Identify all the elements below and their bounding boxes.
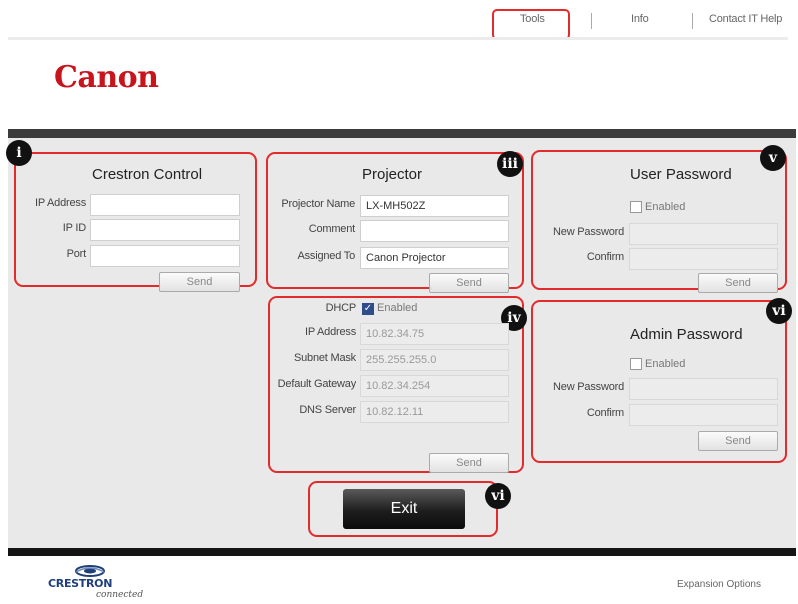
user-confirm-label: Confirm xyxy=(586,251,624,263)
badge-v: v xyxy=(760,145,786,171)
nav-separator xyxy=(692,13,693,29)
projector-comment-label: Comment xyxy=(308,223,355,235)
exit-button[interactable]: Exit xyxy=(343,489,465,529)
dhcp-enabled-label: Enabled xyxy=(377,302,418,314)
crestron-port-label: Port xyxy=(66,248,87,260)
canon-logo: Canon xyxy=(54,60,159,95)
default-gateway-input[interactable]: 10.82.34.254 xyxy=(360,375,509,397)
projector-assigned-to-label: Assigned To xyxy=(297,250,355,262)
projector-send-button[interactable]: Send xyxy=(429,273,509,293)
dhcp-label: DHCP xyxy=(325,302,357,314)
tools-highlight-box xyxy=(492,9,570,40)
crestron-ip-id-label: IP ID xyxy=(62,222,86,234)
badge-iii: iii xyxy=(497,151,523,177)
admin-confirm-label: Confirm xyxy=(586,407,624,419)
user-password-enabled-checkbox[interactable] xyxy=(630,201,642,213)
nav-info-link[interactable]: Info xyxy=(631,13,649,25)
admin-password-title: Admin Password xyxy=(630,326,743,343)
projector-comment-input[interactable] xyxy=(360,220,509,242)
network-ip-address-label: IP Address xyxy=(305,326,356,338)
default-gateway-label: Default Gateway xyxy=(277,378,356,390)
nav-separator xyxy=(591,13,592,29)
user-password-send-button[interactable]: Send xyxy=(698,273,778,293)
crestron-control-title: Crestron Control xyxy=(92,166,203,183)
panel-top-bar xyxy=(8,129,796,138)
subnet-mask-label: Subnet Mask xyxy=(293,352,356,364)
expansion-options-link[interactable]: Expansion Options xyxy=(677,579,761,590)
dns-server-input[interactable]: 10.82.12.11 xyxy=(360,401,509,423)
user-confirm-input[interactable] xyxy=(629,248,778,270)
user-password-title: User Password xyxy=(630,166,732,183)
crestron-port-input[interactable] xyxy=(90,245,240,267)
nav-divider xyxy=(8,37,788,40)
crestron-ip-address-label: IP Address xyxy=(35,197,86,209)
admin-confirm-input[interactable] xyxy=(629,404,778,426)
admin-password-enabled-checkbox[interactable] xyxy=(630,358,642,370)
crestron-wordmark: CRESTRON xyxy=(48,577,113,590)
badge-vi-admin: vi xyxy=(766,298,792,324)
badge-vi-exit: vi xyxy=(485,483,511,509)
dhcp-checkbox[interactable]: ✓ xyxy=(362,303,374,315)
network-send-button[interactable]: Send xyxy=(429,453,509,473)
projector-name-input[interactable]: LX-MH502Z xyxy=(360,195,509,217)
admin-password-send-button[interactable]: Send xyxy=(698,431,778,451)
dns-server-label: DNS Server xyxy=(299,404,356,416)
projector-name-label: Projector Name xyxy=(281,198,355,210)
badge-i: i xyxy=(6,140,32,166)
user-new-password-input[interactable] xyxy=(629,223,778,245)
crestron-ip-id-input[interactable] xyxy=(90,219,240,241)
crestron-send-button[interactable]: Send xyxy=(159,272,240,292)
top-navigation: Tools Info Contact IT Help xyxy=(0,8,798,38)
user-new-password-label: New Password xyxy=(553,226,624,238)
crestron-ip-address-input[interactable] xyxy=(90,194,240,216)
nav-contact-it-help-link[interactable]: Contact IT Help xyxy=(709,13,782,25)
network-ip-address-input[interactable]: 10.82.34.75 xyxy=(360,323,509,345)
projector-assigned-to-input[interactable]: Canon Projector xyxy=(360,247,509,269)
admin-new-password-input[interactable] xyxy=(629,378,778,400)
panel-bottom-bar xyxy=(8,548,796,556)
crestron-connected-text: connected xyxy=(96,590,144,600)
user-password-enabled-label: Enabled xyxy=(645,201,686,213)
projector-title: Projector xyxy=(362,166,423,183)
subnet-mask-input[interactable]: 255.255.255.0 xyxy=(360,349,509,371)
admin-password-enabled-label: Enabled xyxy=(645,358,686,370)
admin-new-password-label: New Password xyxy=(553,381,624,393)
